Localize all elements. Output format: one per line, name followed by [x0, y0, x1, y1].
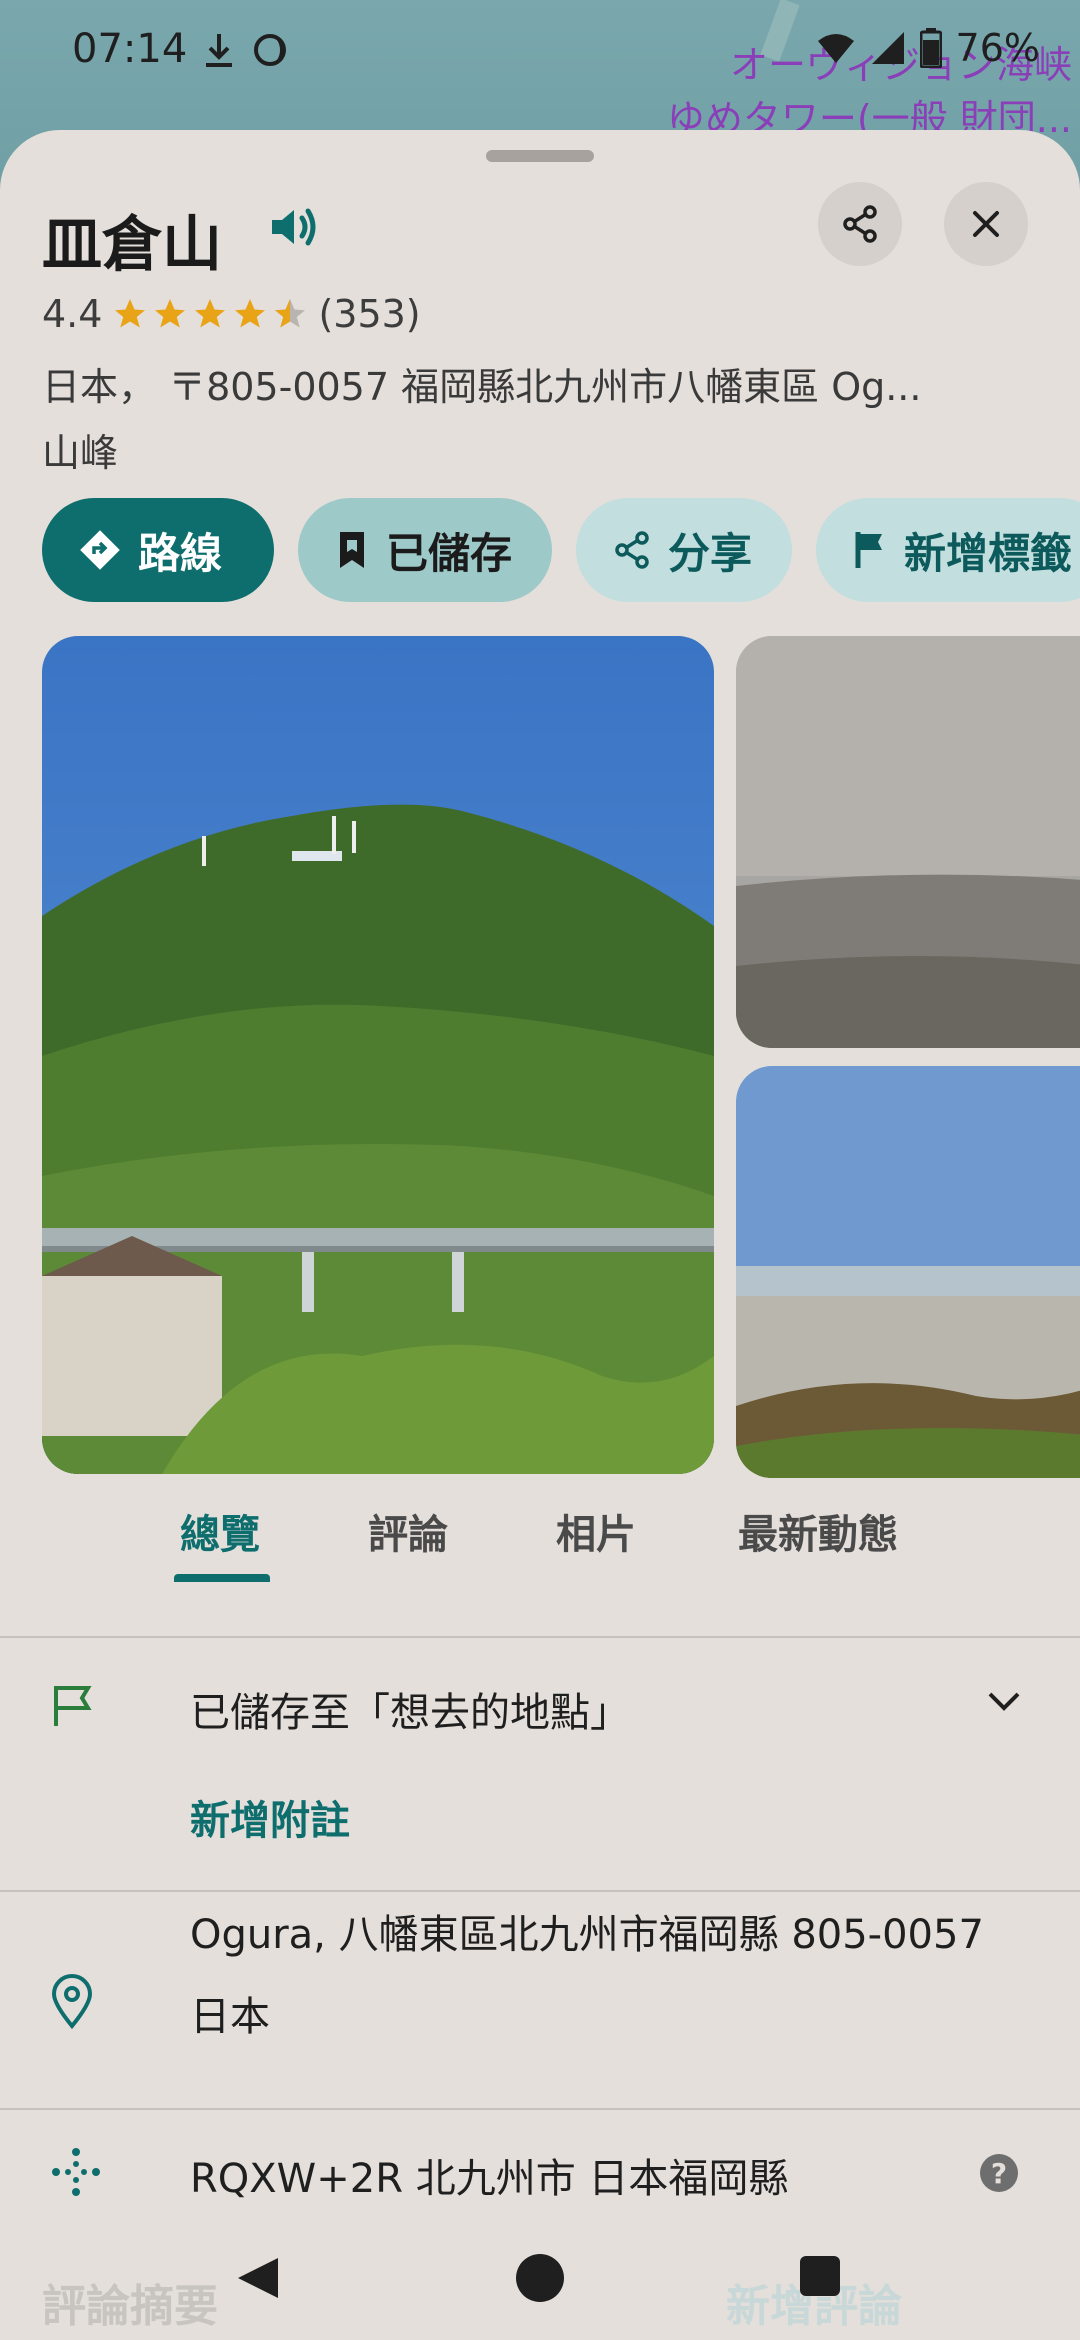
tab-overview[interactable]: 總覽	[180, 1502, 260, 1560]
plus-code: RQXW+2R 北九州市 日本福岡縣	[190, 2156, 789, 2202]
status-time: 07:14	[72, 26, 188, 72]
home-icon[interactable]	[516, 2254, 564, 2302]
mountain-photo[interactable]	[42, 636, 714, 1474]
share-icon	[615, 531, 649, 569]
full-address: Ogura, 八幡東區北九州市福岡縣 805-0057 日本	[190, 1894, 1050, 2058]
tab-reviews[interactable]: 評論	[368, 1502, 448, 1560]
action-chips: 路線 已儲存 分享 新增標籤	[42, 498, 1080, 604]
share-button[interactable]	[818, 182, 902, 266]
mountain-photo-image	[42, 636, 714, 1474]
city-view-photo-image	[736, 1066, 1080, 1478]
star-rating	[112, 296, 308, 332]
share-icon	[843, 205, 877, 243]
rating-row[interactable]: 4.4 (353)	[42, 292, 421, 336]
download-icon	[206, 34, 232, 67]
saved-label: 已儲存	[386, 528, 513, 578]
active-tab-indicator	[174, 1574, 270, 1582]
battery-icon	[919, 28, 942, 68]
half-star-icon	[275, 299, 306, 328]
location-pin-icon	[51, 1974, 93, 2030]
divider	[0, 1890, 1080, 1892]
add-label-chip[interactable]: 新增標籤	[816, 498, 1080, 602]
saved-list-row[interactable]: 已儲存至「想去的地點」 新增附註	[0, 1640, 1080, 1890]
chevron-down-icon[interactable]	[984, 1688, 1024, 1716]
rating-value: 4.4	[42, 292, 103, 336]
recents-icon[interactable]	[800, 2256, 840, 2296]
drag-handle[interactable]	[486, 150, 594, 162]
share-label: 分享	[668, 528, 753, 578]
close-icon	[973, 211, 999, 237]
divider	[0, 1636, 1080, 1638]
address-line-1: Ogura, 八幡東區北九州市福岡縣 805-0057	[190, 1912, 984, 1958]
saved-to-list: 已儲存至「想去的地點」	[190, 1690, 630, 1736]
plus-code-row[interactable]: RQXW+2R 北九州市 日本福岡縣 ?	[0, 2110, 1080, 2240]
directions-label: 路線	[138, 528, 223, 578]
address-row[interactable]: Ogura, 八幡東區北九州市福岡縣 805-0057 日本	[0, 1894, 1080, 2108]
close-button[interactable]	[944, 182, 1028, 266]
place-category: 山峰	[42, 431, 119, 475]
moon-icon	[254, 34, 286, 66]
status-right: 76%	[816, 26, 1040, 70]
star-icon	[195, 299, 226, 328]
add-note-link[interactable]: 新增附註	[190, 1788, 350, 1846]
share-chip[interactable]: 分享	[576, 498, 793, 602]
tab-photos[interactable]: 相片	[556, 1502, 636, 1560]
signal-icon	[871, 32, 904, 64]
place-title: 皿倉山	[42, 210, 222, 280]
status-icons	[202, 30, 288, 70]
directions-icon	[80, 530, 120, 570]
star-icon	[115, 299, 146, 328]
navigation-bar	[0, 2240, 1080, 2340]
flag-icon	[54, 1686, 92, 1726]
haze-city-photo[interactable]	[736, 636, 1080, 1048]
flag-icon	[855, 532, 883, 568]
plus-code-icon	[52, 2148, 100, 2196]
address-line-2: 日本	[190, 1994, 270, 2040]
star-icon	[155, 299, 186, 328]
battery-percent: 76%	[955, 26, 1040, 70]
saved-button[interactable]: 已儲存	[298, 498, 553, 602]
address-summary: 日本， 〒805-0057 福岡縣北九州市八幡東區 Og...	[42, 365, 922, 409]
directions-button[interactable]: 路線	[42, 498, 274, 602]
back-icon[interactable]	[234, 2254, 282, 2302]
review-count: (353)	[318, 292, 421, 336]
haze-city-photo-image	[736, 636, 1080, 1048]
speaker-icon[interactable]	[266, 198, 324, 256]
bookmark-icon	[340, 532, 364, 568]
city-view-photo[interactable]	[736, 1066, 1080, 1478]
tab-bar: 總覽 評論 相片 最新動態	[0, 1484, 1080, 1582]
add-label-label: 新增標籤	[904, 528, 1073, 578]
tab-updates[interactable]: 最新動態	[738, 1502, 898, 1560]
help-icon[interactable]: ?	[980, 2154, 1018, 2192]
wifi-icon	[817, 34, 854, 63]
star-icon	[235, 299, 266, 328]
